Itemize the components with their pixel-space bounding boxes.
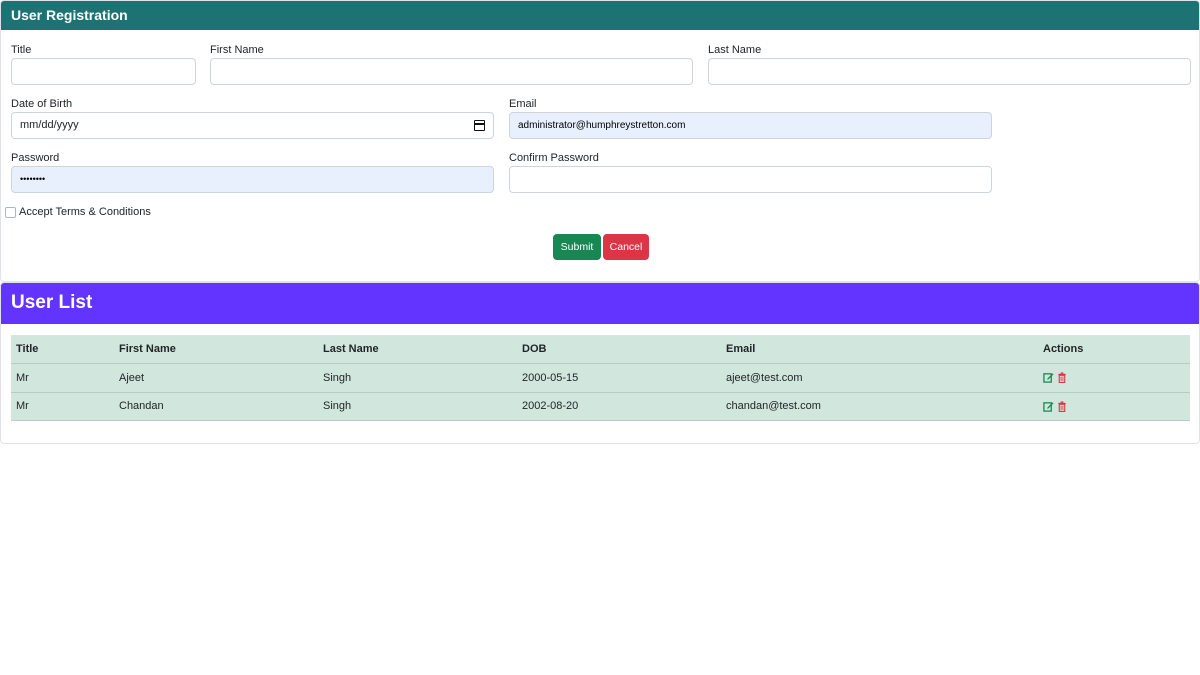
- last-name-label: Last Name: [708, 44, 762, 56]
- cell-first-name: Ajeet: [114, 363, 318, 393]
- calendar-icon[interactable]: [474, 120, 485, 131]
- user-table: Title First Name Last Name DOB Email Act…: [11, 335, 1190, 421]
- registration-header: User Registration: [1, 1, 1199, 30]
- email-label: Email: [509, 98, 537, 110]
- table-row: Mr Ajeet Singh 2000-05-15 ajeet@test.com: [11, 363, 1190, 393]
- cell-title: Mr: [11, 363, 114, 393]
- table-row: Mr Chandan Singh 2002-08-20 chandan@test…: [11, 392, 1190, 421]
- column-header-dob: DOB: [517, 335, 721, 364]
- cell-title: Mr: [11, 392, 114, 421]
- password-label: Password: [11, 152, 60, 164]
- column-header-last-name: Last Name: [318, 335, 517, 364]
- cell-email: chandan@test.com: [721, 392, 1038, 421]
- last-name-field[interactable]: [708, 58, 1191, 85]
- title-field[interactable]: [11, 58, 196, 85]
- email-field[interactable]: administrator@humphreystretton.com: [509, 112, 992, 139]
- cell-first-name: Chandan: [114, 392, 318, 421]
- first-name-label: First Name: [210, 44, 264, 56]
- trash-icon[interactable]: [1057, 401, 1067, 412]
- first-name-field[interactable]: [210, 58, 693, 85]
- column-header-first-name: First Name: [114, 335, 318, 364]
- cell-actions: [1038, 363, 1190, 393]
- cell-dob: 2002-08-20: [517, 392, 721, 421]
- registration-card: User Registration Title First Name Last …: [0, 0, 1200, 282]
- cancel-button[interactable]: Cancel: [603, 234, 649, 260]
- user-list-card: User List Title First Name Last Name DOB…: [0, 282, 1200, 444]
- edit-icon[interactable]: [1043, 401, 1054, 412]
- dob-field[interactable]: mm/dd/yyyy: [11, 112, 494, 139]
- cell-last-name: Singh: [318, 392, 517, 421]
- user-list-header: User List: [1, 283, 1199, 324]
- confirm-password-field[interactable]: [509, 166, 992, 193]
- dob-value: mm/dd/yyyy: [20, 119, 79, 131]
- cell-last-name: Singh: [318, 363, 517, 393]
- password-field[interactable]: ••••••••: [11, 166, 494, 193]
- table-header-row: Title First Name Last Name DOB Email Act…: [11, 335, 1190, 364]
- column-header-email: Email: [721, 335, 1038, 364]
- column-header-title: Title: [11, 335, 114, 364]
- edit-icon[interactable]: [1043, 372, 1054, 384]
- confirm-password-label: Confirm Password: [509, 152, 599, 164]
- cell-email: ajeet@test.com: [721, 363, 1038, 393]
- cell-actions: [1038, 392, 1190, 421]
- title-label: Title: [11, 44, 32, 56]
- column-header-actions: Actions: [1038, 335, 1190, 364]
- terms-label[interactable]: Accept Terms & Conditions: [19, 206, 151, 218]
- terms-checkbox[interactable]: [5, 207, 16, 218]
- submit-button[interactable]: Submit: [553, 234, 601, 260]
- trash-icon[interactable]: [1057, 372, 1067, 384]
- cell-dob: 2000-05-15: [517, 363, 721, 393]
- dob-label: Date of Birth: [11, 98, 73, 110]
